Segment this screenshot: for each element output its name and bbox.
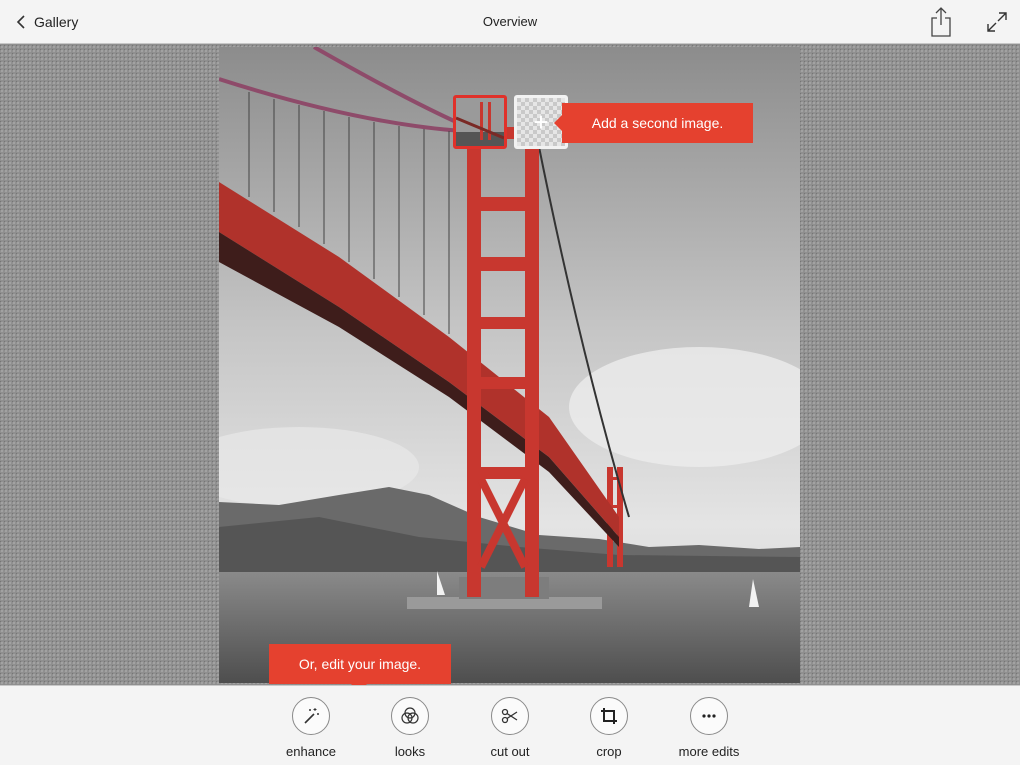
enhance-label: enhance — [286, 744, 336, 759]
crop-circle — [590, 697, 628, 735]
crop-button[interactable]: crop — [559, 697, 659, 759]
plus-icon: + — [533, 107, 549, 137]
add-image-tooltip-text: Add a second image. — [591, 115, 724, 131]
magic-wand-icon — [304, 708, 319, 724]
edit-image-tooltip: Or, edit your image. — [269, 644, 451, 692]
cut-out-label: cut out — [490, 744, 530, 759]
looks-label: looks — [394, 744, 426, 759]
top-bar: Gallery Overview — [0, 0, 1020, 44]
scissors-icon — [501, 708, 518, 724]
editor-canvas: + Add a second image. — [0, 45, 1020, 685]
more-edits-button[interactable]: more edits — [659, 697, 759, 759]
page-title: Overview — [482, 14, 538, 29]
bottom-toolbar: enhance looks cut out crop more edits — [0, 685, 1020, 765]
crop-label: crop — [596, 744, 622, 759]
more-edits-circle — [690, 697, 728, 735]
looks-circle — [391, 697, 429, 735]
cut-out-circle — [491, 697, 529, 735]
more-edits-label: more edits — [678, 744, 740, 759]
more-dots-icon — [702, 714, 716, 718]
share-icon[interactable] — [928, 6, 954, 38]
cut-out-button[interactable]: cut out — [460, 697, 560, 759]
looks-button[interactable]: looks — [360, 697, 460, 759]
enhance-circle — [292, 697, 330, 735]
expand-icon[interactable] — [986, 11, 1008, 33]
enhance-button[interactable]: enhance — [261, 697, 361, 759]
edit-image-tooltip-text: Or, edit your image. — [298, 656, 422, 672]
current-image-thumbnail[interactable] — [453, 95, 507, 149]
looks-circles-icon — [401, 707, 419, 724]
add-image-tooltip: Add a second image. — [554, 103, 753, 143]
crop-icon — [601, 708, 617, 724]
